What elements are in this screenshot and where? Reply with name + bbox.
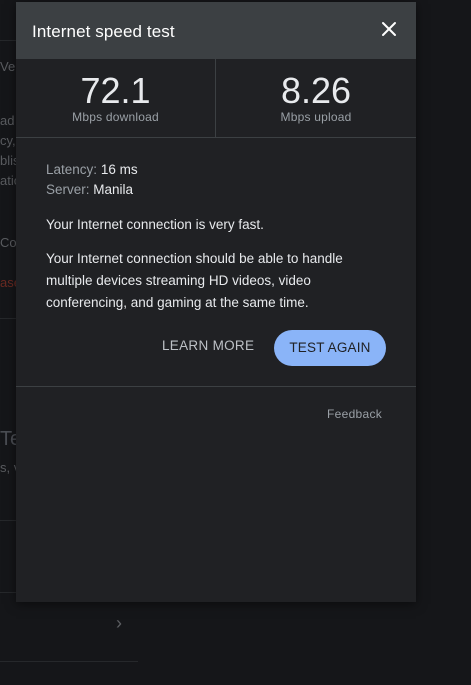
connection-details: Latency: 16 ms Server: Manila [46, 160, 386, 200]
latency-row: Latency: 16 ms [46, 160, 386, 180]
speed-test-dialog: Internet speed test 72.1 Mbps download 8… [16, 2, 416, 602]
bg-text-fragment: ad [0, 113, 15, 128]
upload-label: Mbps upload [280, 110, 352, 124]
bg-divider [0, 318, 16, 319]
download-value: 72.1 [80, 70, 151, 111]
latency-label: Latency: [46, 162, 98, 177]
bg-text-fragment: cy, [0, 133, 16, 148]
learn-more-button[interactable]: LEARN MORE [162, 337, 254, 355]
bg-divider [0, 40, 16, 41]
dialog-divider [16, 386, 416, 387]
download-label: Mbps download [72, 110, 159, 124]
speed-summary: Your Internet connection is very fast. [46, 217, 264, 232]
dialog-title: Internet speed test [32, 22, 175, 41]
bg-divider [0, 592, 16, 593]
bg-divider [0, 520, 16, 521]
bg-text-fragment: Co [0, 235, 17, 250]
test-again-button[interactable]: TEST AGAIN [274, 330, 386, 366]
speed-metrics: 72.1 Mbps download 8.26 Mbps upload [16, 59, 416, 138]
feedback-link[interactable]: Feedback [327, 407, 382, 421]
bg-divider [0, 661, 138, 662]
latency-value: 16 ms [100, 162, 138, 177]
dialog-header: Internet speed test [16, 2, 416, 59]
download-metric: 72.1 Mbps download [16, 59, 216, 137]
server-label: Server: [46, 182, 90, 197]
server-row: Server: Manila [46, 180, 386, 200]
close-icon [382, 22, 396, 36]
server-value: Manila [93, 182, 134, 197]
upload-metric: 8.26 Mbps upload [216, 59, 416, 137]
speed-description: Your Internet connection should be able … [46, 251, 343, 310]
close-button[interactable] [376, 16, 402, 42]
upload-value: 8.26 [280, 70, 352, 111]
chevron-right-icon[interactable]: › [116, 614, 128, 632]
